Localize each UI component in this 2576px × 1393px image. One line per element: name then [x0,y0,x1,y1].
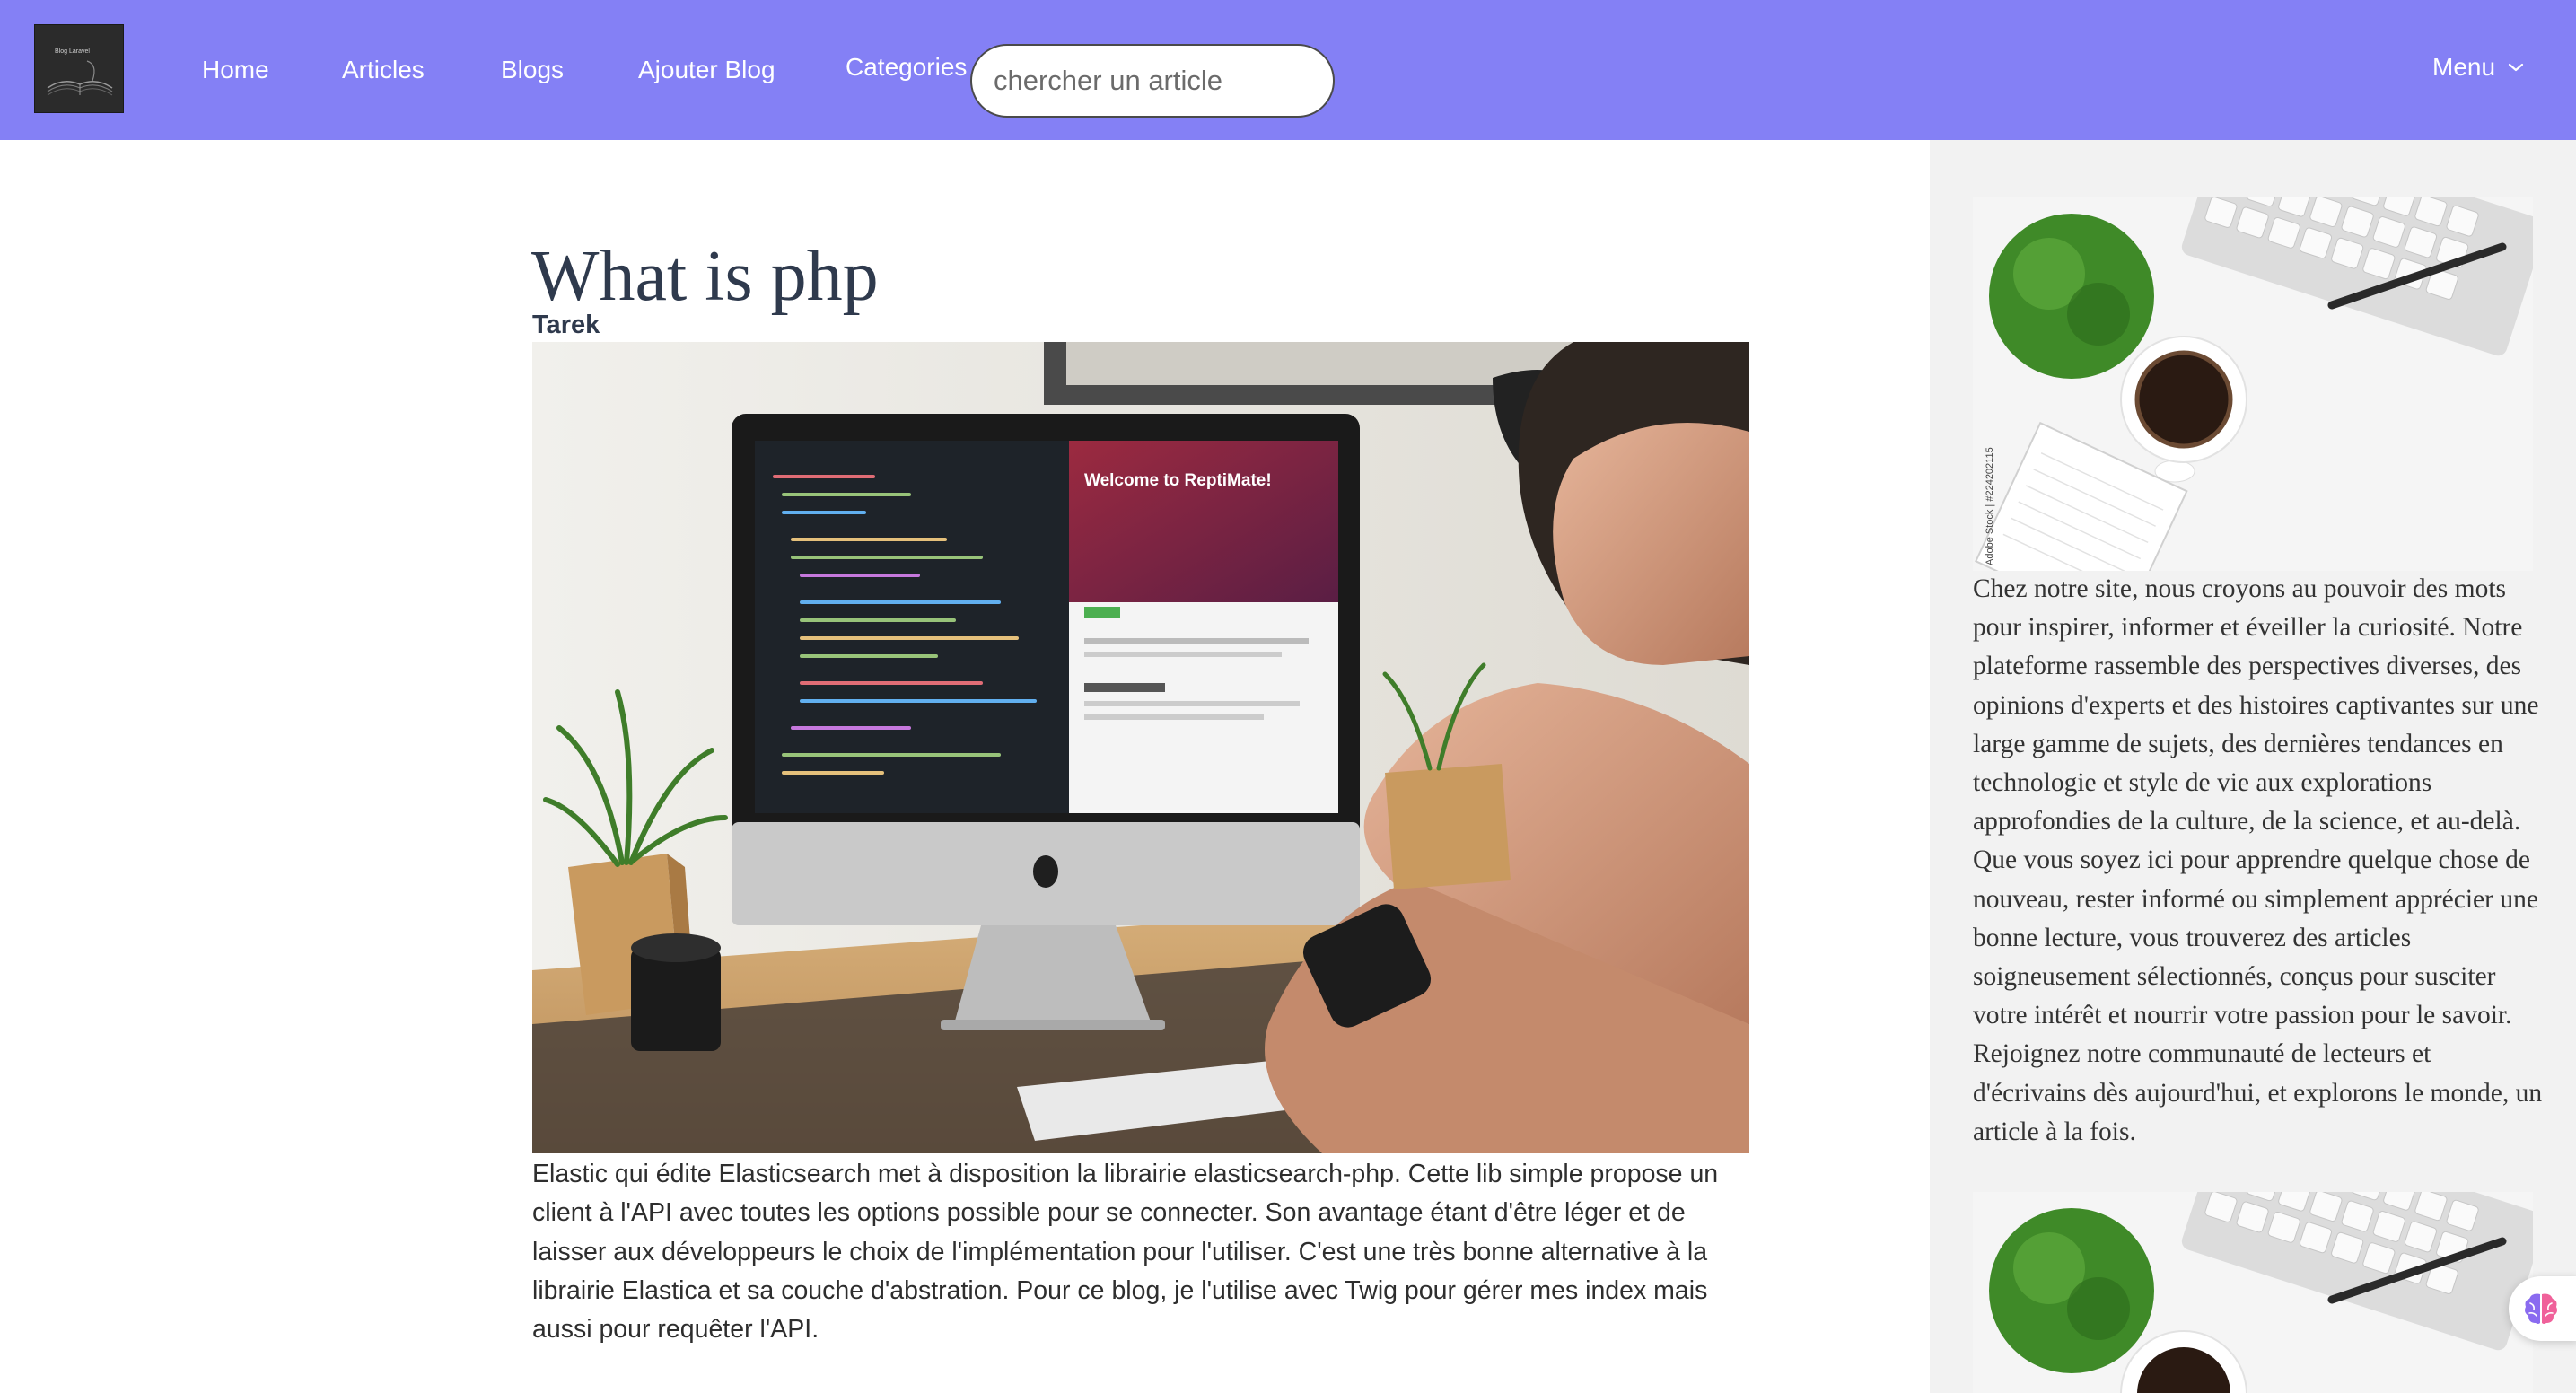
assistant-button[interactable] [2509,1276,2576,1341]
book-logo-icon [47,60,113,96]
menu-dropdown-toggle[interactable]: Menu [2432,49,2524,85]
nav-link-home[interactable]: Home [202,52,269,88]
nav-link-add-blog[interactable]: Ajouter Blog [638,52,775,88]
site-logo[interactable]: Blog Laravel [34,24,124,113]
desk-flatlay-photo-icon [1973,1192,2533,1393]
sidebar-image-secondary [1973,1192,2533,1393]
desk-flatlay-photo-icon: Adobe Stock | #224202115 [1973,197,2533,571]
nav-link-articles[interactable]: Articles [342,52,425,88]
monitor-heading: Welcome to ReptiMate! [1084,471,1272,490]
brain-icon [2525,1293,2557,1324]
developer-desk-photo-icon: Welcome to ReptiMate! [532,342,1749,1153]
top-navbar: Blog Laravel Home Articles Blogs Ajouter… [0,0,2576,140]
nav-link-categories[interactable]: Categories [846,49,967,85]
article-author: Tarek [532,311,600,339]
article-body: Elastic qui édite Elasticsearch met à di… [532,1160,1719,1345]
nav-link-blogs[interactable]: Blogs [501,52,564,88]
article-image: Welcome to ReptiMate! [532,342,1749,1153]
sidebar-image: Adobe Stock | #224202115 [1973,197,2533,571]
chevron-down-icon [2508,63,2524,72]
menu-label: Menu [2432,53,2496,81]
logo-caption: Blog Laravel [55,48,90,55]
image-watermark: Adobe Stock | #224202115 [1985,447,1995,565]
search-input[interactable] [970,44,1335,118]
sidebar-about-text: Chez notre site, nous croyons au pouvoir… [1973,574,2543,1146]
article-title: What is php [531,237,879,316]
